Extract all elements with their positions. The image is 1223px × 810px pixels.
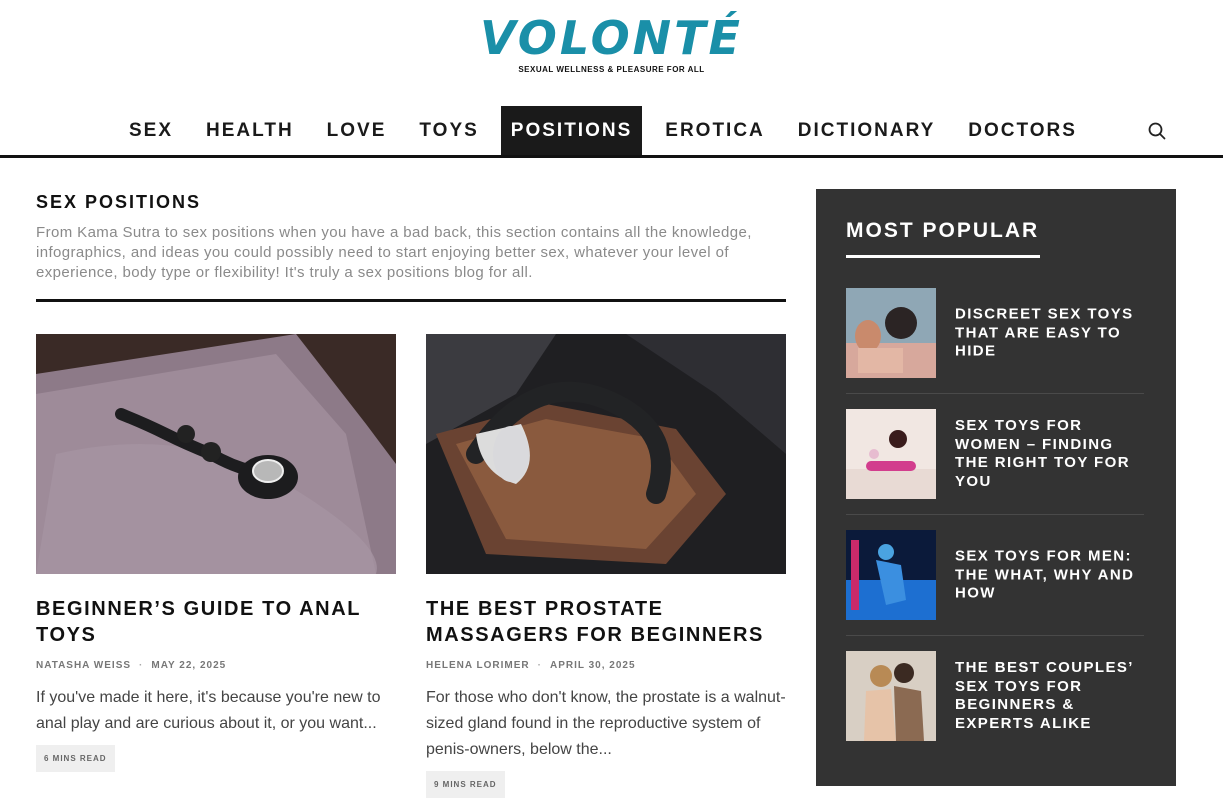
popular-thumbnail[interactable] [846,530,936,620]
popular-item[interactable]: SEX TOYS FOR WOMEN – FINDING THE RIGHT T… [846,409,1144,499]
popular-title[interactable]: SEX TOYS FOR WOMEN – FINDING THE RIGHT T… [955,417,1147,491]
popular-thumbnail[interactable] [846,409,936,499]
section-title: SEX POSITIONS [36,192,202,212]
site-header: VOLONTÉ SEXUAL WELLNESS & PLEASURE FOR A… [0,8,1223,74]
search-icon[interactable] [1146,120,1168,142]
nav-items: SEX HEALTH LOVE TOYS POSITIONS EROTICA D… [112,106,1093,156]
nav-item-love[interactable]: LOVE [310,106,403,155]
popular-item[interactable]: THE BEST COUPLES’ SEX TOYS FOR BEGINNERS… [846,651,1144,741]
nav-item-erotica[interactable]: EROTICA [648,106,781,155]
sidebar-separator [846,393,1144,394]
read-time-badge: 9 MINS READ [426,771,505,798]
article-title[interactable]: THE BEST PROSTATE MASSAGERS FOR BEGINNER… [426,596,786,648]
section-divider [36,299,786,302]
site-logo[interactable]: VOLONTÉ [480,8,743,68]
sidebar-title-underline [846,255,1040,258]
nav-item-health[interactable]: HEALTH [189,106,310,155]
nav-item-positions[interactable]: POSITIONS [500,106,643,155]
most-popular-sidebar: MOST POPULAR DISCREET SEX TOYS THAT ARE … [816,189,1176,786]
article-meta: HELENA LORIMER · APRIL 30, 2025 [426,660,786,671]
popular-title[interactable]: DISCREET SEX TOYS THAT ARE EASY TO HIDE [955,305,1147,361]
popular-item[interactable]: SEX TOYS FOR MEN: THE WHAT, WHY AND HOW [846,530,1144,620]
article-excerpt: For those who don't know, the prostate i… [426,689,786,758]
nav-item-doctors[interactable]: DOCTORS [951,106,1093,155]
article-date: APRIL 30, 2025 [549,660,636,671]
article-title[interactable]: BEGINNER’S GUIDE TO ANAL TOYS [36,596,396,648]
article-card: THE BEST PROSTATE MASSAGERS FOR BEGINNER… [426,334,786,798]
popular-title[interactable]: THE BEST COUPLES’ SEX TOYS FOR BEGINNERS… [955,659,1147,733]
popular-thumbnail[interactable] [846,651,936,741]
article-image[interactable] [426,334,786,574]
main-nav: SEX HEALTH LOVE TOYS POSITIONS EROTICA D… [0,106,1223,156]
nav-item-dictionary[interactable]: DICTIONARY [781,106,952,155]
nav-item-sex[interactable]: SEX [112,106,189,155]
popular-title[interactable]: SEX TOYS FOR MEN: THE WHAT, WHY AND HOW [955,547,1147,603]
article-date: MAY 22, 2025 [151,660,227,671]
popular-thumbnail[interactable] [846,288,936,378]
article-meta: NATASHA WEISS · MAY 22, 2025 [36,660,396,671]
section-intro: SEX POSITIONS From Kama Sutra to sex pos… [36,192,786,283]
popular-item[interactable]: DISCREET SEX TOYS THAT ARE EASY TO HIDE [846,288,1144,378]
read-time-badge: 6 MINS READ [36,745,115,772]
sidebar-separator [846,514,1144,515]
sidebar-title: MOST POPULAR [846,219,1040,242]
nav-item-toys[interactable]: TOYS [402,106,494,155]
article-author[interactable]: HELENA LORIMER [426,660,530,671]
article-author[interactable]: NATASHA WEISS [36,660,131,671]
sidebar-separator [846,635,1144,636]
meta-separator: · [139,660,144,671]
section-description: From Kama Sutra to sex positions when yo… [36,224,752,281]
meta-separator: · [537,660,542,671]
article-image[interactable] [36,334,396,574]
article-card: BEGINNER’S GUIDE TO ANAL TOYS NATASHA WE… [36,334,396,772]
article-excerpt: If you've made it here, it's because you… [36,689,381,732]
site-tagline: SEXUAL WELLNESS & PLEASURE FOR ALL [518,65,705,74]
nav-divider [0,155,1223,158]
